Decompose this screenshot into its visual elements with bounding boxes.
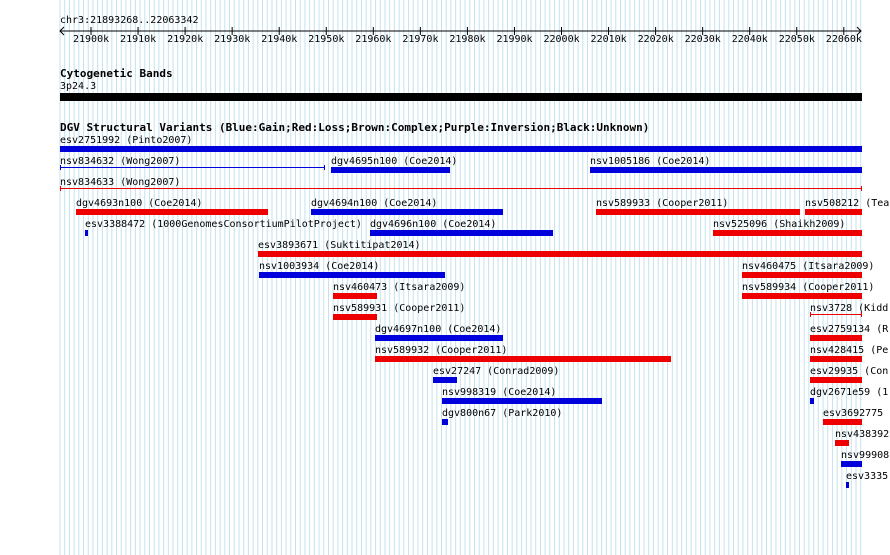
variant-bar[interactable] [810, 356, 862, 362]
variant-end-cap [60, 165, 61, 170]
variant-label[interactable]: dgv4695n100 (Coe2014) [331, 156, 457, 167]
ruler-tick-label: 22050k [778, 34, 815, 45]
variant-bar[interactable] [713, 230, 862, 236]
variant-bar[interactable] [76, 209, 268, 215]
variant-label[interactable]: dgv4697n100 (Coe2014) [375, 324, 501, 335]
variant-bar[interactable] [823, 419, 862, 425]
variant-bar[interactable] [810, 377, 862, 383]
ruler-tick-label: 22040k [731, 34, 768, 45]
variant-end-cap [324, 165, 325, 170]
variant-label[interactable]: nsv3728 (Kidd [810, 303, 888, 314]
variant-bar[interactable] [258, 251, 862, 257]
variant-bar[interactable] [846, 482, 849, 488]
variant-label[interactable]: esv3335 [846, 471, 888, 482]
variant-label[interactable]: esv2759134 (R [810, 324, 888, 335]
variant-bar[interactable] [805, 209, 862, 215]
ruler-tick-label: 22000k [543, 34, 580, 45]
ruler-tick-label: 21960k [355, 34, 392, 45]
variant-label[interactable]: dgv4696n100 (Coe2014) [370, 219, 496, 230]
variant-label[interactable]: esv27247 (Conrad2009) [433, 366, 559, 377]
ruler-tick-label: 21900k [73, 34, 110, 45]
variant-bar[interactable] [375, 356, 671, 362]
ruler-tick-label: 22060k [825, 34, 862, 45]
variant-bar[interactable] [742, 293, 862, 299]
variant-label[interactable]: nsv525096 (Shaikh2009) [713, 219, 845, 230]
variant-bar[interactable] [333, 314, 377, 320]
variant-label[interactable]: esv29935 (Con [810, 366, 888, 377]
variant-label[interactable]: dgv4693n100 (Coe2014) [76, 198, 202, 209]
variant-label[interactable]: nsv589933 (Cooper2011) [596, 198, 728, 209]
variant-bar[interactable] [835, 440, 849, 446]
cytoband-bar[interactable] [60, 93, 862, 101]
variant-bar[interactable] [375, 335, 503, 341]
variant-label[interactable]: nsv438392 [835, 429, 889, 440]
variant-label[interactable]: esv3388472 (1000GenomesConsortiumPilotPr… [85, 219, 362, 230]
ruler-tick-label: 21910k [120, 34, 157, 45]
variant-label[interactable]: nsv1005186 (Coe2014) [590, 156, 710, 167]
variant-label[interactable]: nsv834633 (Wong2007) [60, 177, 180, 188]
ruler-tick-label: 21930k [214, 34, 251, 45]
variant-label[interactable]: nsv589932 (Cooper2011) [375, 345, 507, 356]
variant-bar[interactable] [810, 335, 862, 341]
variant-label[interactable]: esv3692775 [823, 408, 883, 419]
ruler-tick-label: 21950k [308, 34, 345, 45]
variant-bar[interactable] [596, 209, 800, 215]
ruler-tick-label: 21980k [449, 34, 486, 45]
variant-bar[interactable] [841, 461, 862, 467]
variant-label[interactable]: esv2751992 (Pinto2007) [60, 135, 192, 146]
cytoband-track-title: Cytogenetic Bands [60, 67, 173, 80]
variant-label[interactable]: nsv99908 [841, 450, 889, 461]
variant-label[interactable]: nsv508212 (Tea [805, 198, 889, 209]
variant-label[interactable]: nsv998319 (Coe2014) [442, 387, 556, 398]
ruler-tick-label: 21970k [402, 34, 439, 45]
cytoband-label: 3p24.3 [60, 81, 97, 92]
ruler-tick-label: 21940k [261, 34, 298, 45]
variant-bar[interactable] [590, 167, 862, 173]
dgv-track-title: DGV Structural Variants (Blue:Gain;Red:L… [60, 121, 650, 134]
variant-bar[interactable] [442, 398, 602, 404]
variant-label[interactable]: dgv4694n100 (Coe2014) [311, 198, 437, 209]
variant-label[interactable]: nsv589934 (Cooper2011) [742, 282, 874, 293]
variant-label[interactable]: dgv2671e59 (1 [810, 387, 888, 398]
variant-end-cap [861, 312, 862, 317]
variant-label[interactable]: nsv428415 (Per [810, 345, 890, 356]
variant-label[interactable]: nsv460475 (Itsara2009) [742, 261, 874, 272]
variant-bar[interactable] [433, 377, 457, 383]
variant-bar[interactable] [742, 272, 862, 278]
variant-label[interactable]: dgv800n67 (Park2010) [442, 408, 562, 419]
ruler-tick-label: 22020k [637, 34, 674, 45]
variant-bar[interactable] [60, 146, 862, 152]
ruler-tick-label: 22030k [684, 34, 721, 45]
variant-end-cap [60, 186, 61, 191]
variant-bar[interactable] [85, 230, 88, 236]
variant-bar[interactable] [331, 167, 450, 173]
variant-bar[interactable] [60, 188, 862, 189]
variant-label[interactable]: nsv834632 (Wong2007) [60, 156, 180, 167]
variant-label[interactable]: nsv589931 (Cooper2011) [333, 303, 465, 314]
variant-bar[interactable] [810, 314, 862, 315]
variant-bar[interactable] [442, 419, 448, 425]
variant-bar[interactable] [60, 167, 325, 168]
variant-bar[interactable] [259, 272, 445, 278]
variant-bar[interactable] [810, 398, 814, 404]
ruler-tick-label: 21920k [167, 34, 204, 45]
variant-label[interactable]: nsv460473 (Itsara2009) [333, 282, 465, 293]
variant-end-cap [810, 312, 811, 317]
variant-label[interactable]: esv3893671 (Suktitipat2014) [258, 240, 421, 251]
variant-label[interactable]: nsv1003934 (Coe2014) [259, 261, 379, 272]
variant-bar[interactable] [333, 293, 377, 299]
variant-bar[interactable] [370, 230, 553, 236]
ruler-tick-label: 21990k [496, 34, 533, 45]
ruler-tick-label: 22010k [590, 34, 627, 45]
variant-bar[interactable] [311, 209, 503, 215]
variant-end-cap [861, 186, 862, 191]
